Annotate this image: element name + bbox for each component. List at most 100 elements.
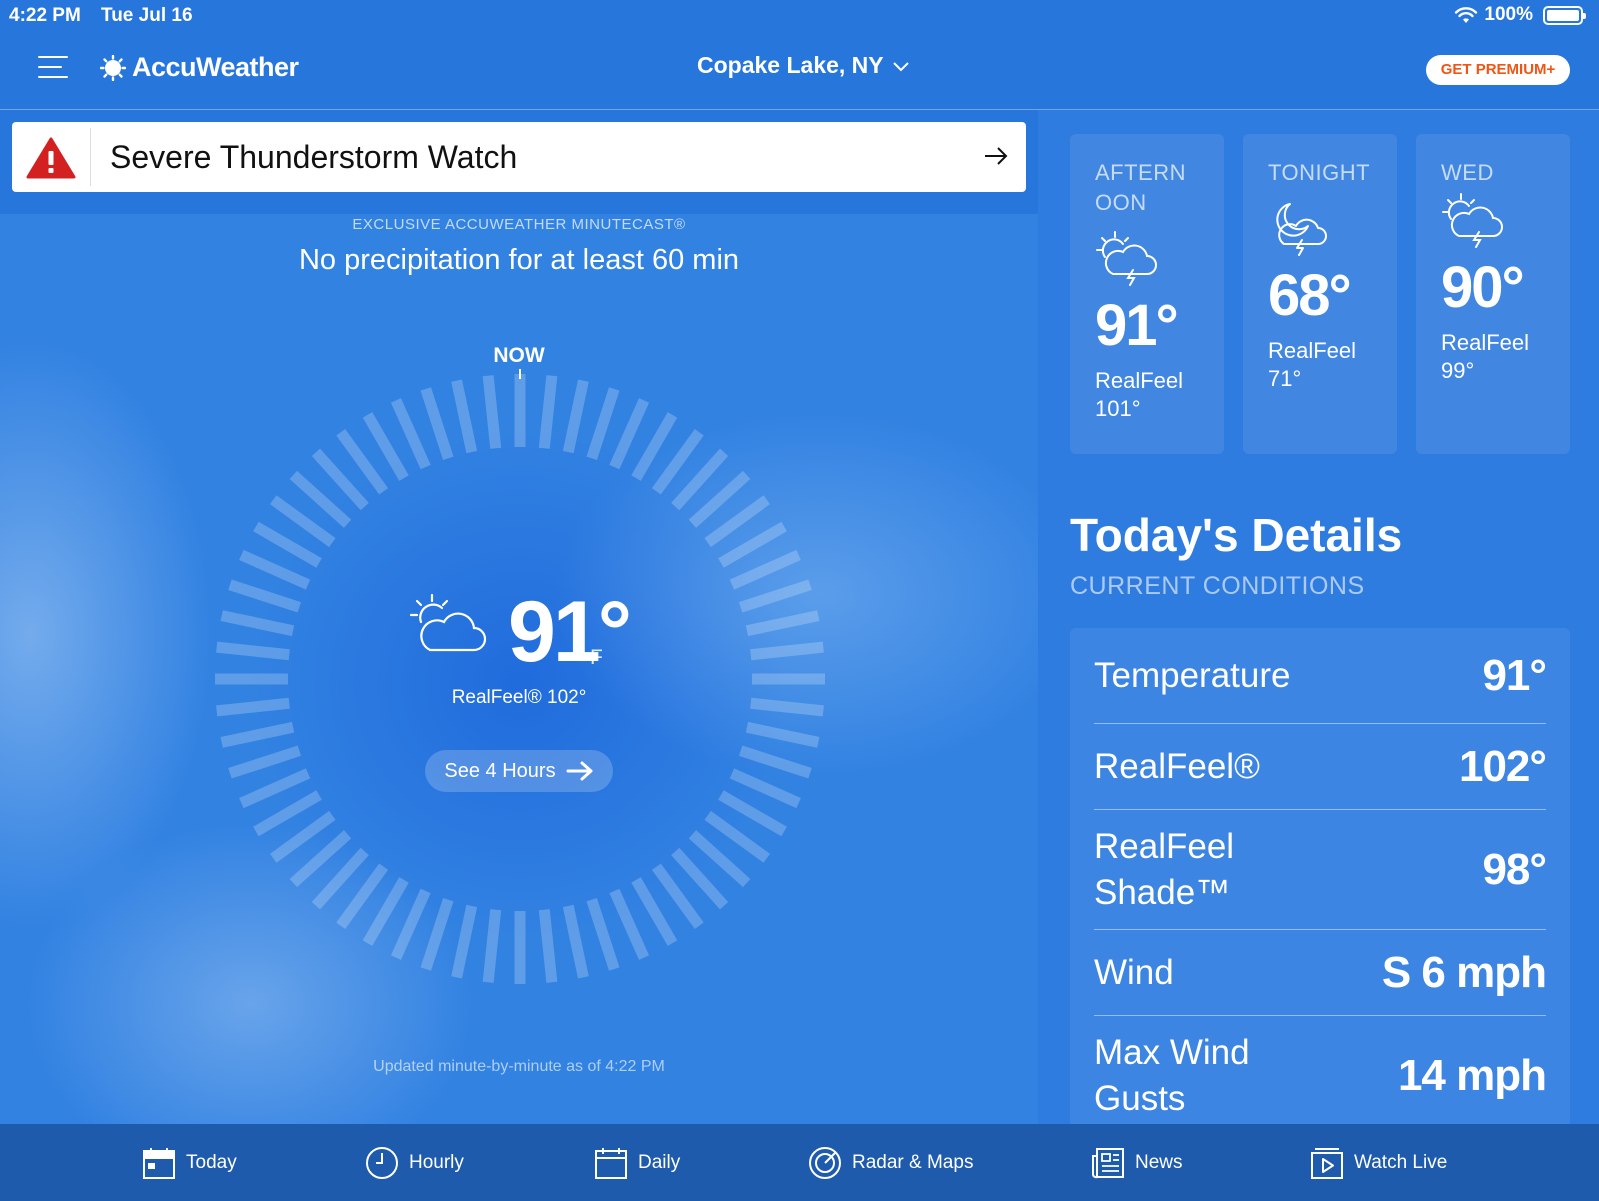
minute-tick (609, 888, 650, 960)
moon-storm-icon (1276, 203, 1327, 256)
see-hours-label: See 4 Hours (444, 759, 556, 782)
minute-tick (738, 745, 812, 779)
arrow-right-icon (566, 761, 593, 781)
minute-tick (609, 398, 650, 470)
minute-tick (538, 909, 558, 983)
nav-label: Today (186, 1152, 237, 1173)
nav-radar-maps[interactable]: Radar & Maps (808, 1146, 973, 1180)
status-bar: 4:22 PM Tue Jul 16 100% (0, 0, 1599, 30)
minute-tick (562, 904, 589, 979)
forecast-realfeel-value: 71° (1268, 366, 1302, 391)
forecast-period: TONIGHT (1268, 160, 1371, 185)
forecast-period: WED (1441, 160, 1494, 185)
chevron-down-icon (892, 61, 909, 71)
nav-today[interactable]: Today (142, 1146, 237, 1180)
current-temperature: 91° (508, 584, 632, 680)
forecast-realfeel-label: RealFeel (1441, 330, 1530, 355)
minute-tick (220, 721, 295, 748)
get-premium-button[interactable]: GET PREMIUM+ (1426, 55, 1570, 85)
hamburger-menu-icon[interactable] (38, 56, 68, 80)
details-subtitle: CURRENT CONDITIONS (1070, 572, 1365, 600)
app-name: AccuWeather (132, 52, 299, 82)
forecast-temp: 91° (1095, 293, 1179, 358)
minute-tick (228, 745, 302, 779)
minute-tick (538, 375, 558, 449)
radar-icon (809, 1147, 841, 1179)
minute-tick (729, 768, 801, 809)
battery-percent: 100% (1484, 4, 1533, 25)
forecast-realfeel-label: RealFeel (1268, 338, 1357, 363)
location-name: Copake Lake, NY (697, 52, 884, 78)
forecast-temp: 68° (1268, 263, 1352, 328)
bottom-nav-bar: Today Hourly Daily Radar & Maps News Wat… (0, 1124, 1599, 1201)
minute-tick (586, 387, 620, 461)
nav-hourly[interactable]: Hourly (365, 1146, 464, 1180)
detail-row-realfeel-shade: RealFeel Shade™ 98° (1094, 810, 1547, 930)
forecast-realfeel-value: 99° (1441, 358, 1475, 383)
minute-tick (745, 721, 820, 748)
nav-news[interactable]: News (1091, 1146, 1183, 1180)
nav-daily[interactable]: Daily (594, 1146, 680, 1180)
forecast-card-tonight[interactable]: TONIGHT 68° RealFeel 71° (1243, 134, 1397, 454)
minute-tick (216, 641, 290, 661)
calendar-today-icon (143, 1148, 175, 1179)
sun-storm-icon (1442, 193, 1503, 248)
detail-value: 98° (1482, 844, 1547, 894)
see-hours-button[interactable]: See 4 Hours (425, 750, 613, 792)
detail-label: Wind (1094, 952, 1174, 992)
forecast-temp: 90° (1441, 255, 1525, 320)
sun-logo-icon (100, 54, 126, 81)
minute-tick (750, 641, 824, 661)
detail-value: 102° (1458, 741, 1547, 791)
battery-icon (1543, 5, 1586, 25)
minute-tick (729, 549, 801, 590)
minute-tick (738, 579, 812, 613)
minute-tick (482, 375, 502, 449)
alert-divider (90, 128, 91, 186)
forecast-card-wed[interactable]: WED 90° RealFeel 99° (1416, 134, 1570, 454)
current-realfeel: RealFeel® 102° (451, 687, 587, 708)
nav-watch-live[interactable]: Watch Live (1310, 1146, 1447, 1180)
app-header: AccuWeather Copake Lake, NY GET PREMIUM+ (0, 30, 1599, 110)
minute-tick (745, 610, 820, 637)
details-card: Temperature 91° RealFeel® 102° RealFeel … (1070, 628, 1570, 1124)
forecast-realfeel-value: 101° (1095, 396, 1141, 421)
status-right: 100% (1454, 4, 1586, 26)
minute-tick (390, 888, 431, 960)
minute-tick (228, 579, 302, 613)
calendar-icon (595, 1148, 627, 1179)
detail-row-realfeel: RealFeel® 102° (1094, 724, 1547, 810)
forecast-realfeel-label: RealFeel (1095, 368, 1184, 393)
detail-value: 14 mph (1397, 1051, 1547, 1100)
minute-tick (482, 909, 502, 983)
minute-tick (451, 904, 478, 979)
minute-tick (451, 379, 478, 454)
nav-label: Radar & Maps (852, 1152, 974, 1173)
location-selector[interactable]: Copake Lake, NY (697, 52, 910, 79)
forecast-period: AFTERNOON (1095, 160, 1186, 215)
detail-label: Temperature (1094, 655, 1291, 695)
status-time: 4:22 PM (9, 5, 81, 26)
alert-title: Severe Thunderstorm Watch (110, 139, 518, 175)
detail-row-temperature: Temperature 91° (1094, 628, 1547, 724)
severe-weather-alert[interactable]: Severe Thunderstorm Watch (12, 122, 1026, 192)
app-logo: AccuWeather (100, 52, 299, 83)
minute-tick (562, 379, 589, 454)
wifi-icon (1455, 7, 1478, 23)
minute-tick (586, 897, 620, 971)
forecast-card-afternoon[interactable]: AFTERNOON 91° RealFeel 101° (1070, 134, 1224, 454)
sun-storm-icon (1096, 231, 1157, 286)
arrow-right-icon (985, 147, 1008, 165)
updated-timestamp: Updated minute-by-minute as of 4:22 PM (373, 1058, 665, 1075)
nav-label: Hourly (409, 1152, 464, 1173)
play-icon (1311, 1148, 1343, 1179)
minute-tick (220, 610, 295, 637)
minutecast-panel: EXCLUSIVE ACCUWEATHER MINUTECAST® No pre… (0, 214, 1038, 1124)
nav-label: Daily (638, 1152, 681, 1173)
now-label: NOW (493, 344, 545, 367)
detail-label: Max Wind Gusts (1094, 1033, 1250, 1118)
status-date: Tue Jul 16 (101, 5, 193, 26)
newspaper-icon (1092, 1148, 1124, 1179)
detail-label: RealFeel Shade™ (1094, 826, 1235, 912)
minute-tick (239, 768, 311, 809)
